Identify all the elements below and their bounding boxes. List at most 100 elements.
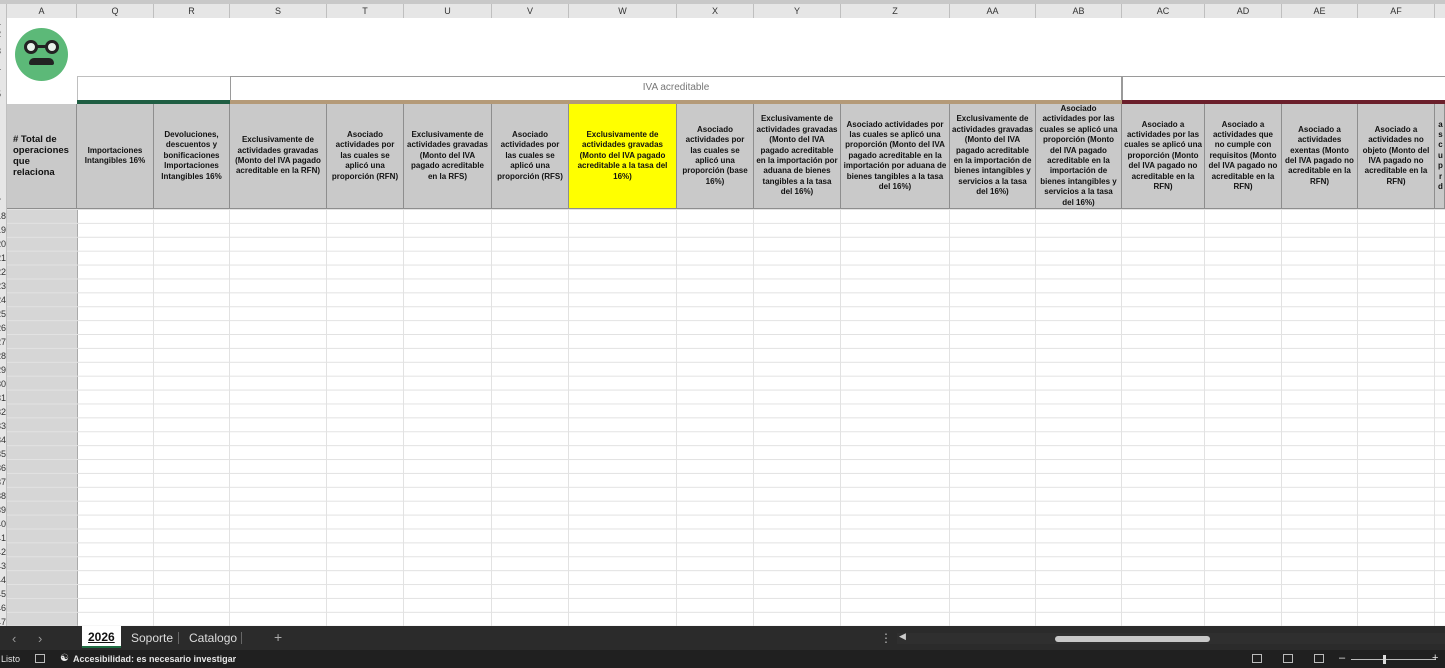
scrollbar-thumb[interactable]	[1055, 636, 1210, 642]
header-cell-v[interactable]: Asociado actividades por las cuales se a…	[492, 104, 569, 209]
add-sheet-icon[interactable]: +	[274, 629, 282, 645]
row-number[interactable]: 18	[0, 212, 6, 221]
row-number[interactable]: 33	[0, 422, 6, 431]
iva-acreditable-band[interactable]: IVA acreditable	[230, 76, 1122, 100]
nav-next-icon[interactable]: ›	[38, 631, 42, 646]
nav-prev-icon[interactable]: ‹	[12, 631, 16, 646]
row-number[interactable]: 34	[0, 436, 6, 445]
gridline	[753, 209, 754, 626]
row-number[interactable]: 44	[0, 576, 6, 585]
tab-catalogo[interactable]: Catalogo	[183, 626, 243, 650]
row-number[interactable]: 30	[0, 380, 6, 389]
row-number[interactable]: 45	[0, 590, 6, 599]
row-number[interactable]: 19	[0, 226, 6, 235]
row-number[interactable]: 42	[0, 548, 6, 557]
normal-view-icon[interactable]	[1252, 654, 1262, 663]
row-number[interactable]: 2	[0, 30, 1, 39]
header-cell-ab[interactable]: Asociado actividades por las cuales se a…	[1036, 104, 1122, 209]
accessibility-icon[interactable]: ☯	[60, 653, 69, 664]
page-layout-icon[interactable]	[1283, 654, 1293, 663]
row-number[interactable]: 22	[0, 268, 6, 277]
row-number[interactable]: 7	[0, 198, 1, 207]
row-number[interactable]: 46	[0, 604, 6, 613]
header-cell-r[interactable]: Devoluciones, descuentos y bonificacione…	[154, 104, 230, 209]
header-cell-x[interactable]: Asociado actividades por las cuales se a…	[677, 104, 754, 209]
band-cell-right[interactable]	[1122, 76, 1445, 100]
more-options-icon[interactable]: ⋮	[880, 631, 892, 645]
row-number[interactable]: 26	[0, 324, 6, 333]
horizontal-scrollbar[interactable]: ◀	[897, 631, 1445, 644]
col-header-u[interactable]: U	[404, 4, 492, 18]
col-header-af[interactable]: AF	[1358, 4, 1435, 18]
data-grid[interactable]	[7, 209, 1445, 626]
row-number[interactable]: 29	[0, 366, 6, 375]
header-cell-t[interactable]: Asociado actividades por las cuales se a…	[327, 104, 404, 209]
header-cell-y[interactable]: Exclusivamente de actividades gravadas (…	[754, 104, 841, 209]
header-cell-u[interactable]: Exclusivamente de actividades gravadas (…	[404, 104, 492, 209]
col-header-s[interactable]: S	[230, 4, 327, 18]
col-header-aa[interactable]: AA	[950, 4, 1036, 18]
row-number[interactable]: 27	[0, 338, 6, 347]
header-cell-z[interactable]: Asociado actividades por las cuales se a…	[841, 104, 950, 209]
scroll-left-icon[interactable]: ◀	[899, 631, 906, 642]
select-all-corner[interactable]	[0, 4, 7, 18]
header-text: Exclusivamente de actividades gravadas (…	[577, 129, 668, 181]
row-number[interactable]: 1	[0, 18, 1, 27]
zoom-slider-knob[interactable]	[1383, 655, 1386, 664]
header-cell-af[interactable]: Asociado a actividades no objeto (Monto …	[1358, 104, 1435, 209]
row-number[interactable]: 47	[0, 618, 6, 627]
header-cell-w-highlighted[interactable]: Exclusivamente de actividades gravadas (…	[569, 104, 677, 209]
row-number[interactable]: 23	[0, 282, 6, 291]
header-cell-ac[interactable]: Asociado a actividades por las cuales se…	[1122, 104, 1205, 209]
row-number[interactable]: 43	[0, 562, 6, 571]
row-number[interactable]: 37	[0, 478, 6, 487]
zoom-in-icon[interactable]: +	[1432, 652, 1438, 664]
header-cell-ae[interactable]: Asociado a actividades exentas (Monto de…	[1282, 104, 1358, 209]
row-number[interactable]: 28	[0, 352, 6, 361]
macro-record-icon[interactable]	[35, 654, 45, 663]
col-header-w[interactable]: W	[569, 4, 677, 18]
col-header-ac[interactable]: AC	[1122, 4, 1205, 18]
col-header-x[interactable]: X	[677, 4, 754, 18]
spreadsheet-sheet[interactable]: A Q R S T U V W X Y Z AA AB AC AD AE AF …	[0, 0, 1445, 626]
row-number[interactable]: 35	[0, 450, 6, 459]
col-header-q[interactable]: Q	[77, 4, 154, 18]
header-cell-a[interactable]: # Total de operaciones que relaciona	[7, 104, 77, 209]
row-number[interactable]: 5	[0, 90, 1, 99]
row-number[interactable]: 39	[0, 506, 6, 515]
row-number[interactable]: 24	[0, 296, 6, 305]
col-header-v[interactable]: V	[492, 4, 569, 18]
row-number[interactable]: 36	[0, 464, 6, 473]
col-header-t[interactable]: T	[327, 4, 404, 18]
tab-2026[interactable]: 2026	[82, 626, 121, 648]
tab-soporte[interactable]: Soporte	[125, 626, 179, 650]
header-cell-ag-partial[interactable]: as cu pr d	[1435, 104, 1445, 209]
col-header-z[interactable]: Z	[841, 4, 950, 18]
row-number[interactable]: 40	[0, 520, 6, 529]
zoom-slider[interactable]	[1351, 659, 1436, 660]
col-header-ad[interactable]: AD	[1205, 4, 1282, 18]
page-break-icon[interactable]	[1314, 654, 1324, 663]
row-number[interactable]: 3	[0, 47, 1, 56]
col-header-ab[interactable]: AB	[1036, 4, 1122, 18]
header-cell-q[interactable]: Importaciones Intangibles 16%	[77, 104, 154, 209]
title-area-cells[interactable]	[77, 18, 1445, 77]
accessibility-status[interactable]: Accesibilidad: es necesario investigar	[73, 654, 236, 664]
band-cell-left[interactable]	[77, 76, 230, 101]
col-header-a[interactable]: A	[7, 4, 77, 18]
header-cell-aa[interactable]: Exclusivamente de actividades gravadas (…	[950, 104, 1036, 209]
col-header-r[interactable]: R	[154, 4, 230, 18]
zoom-out-icon[interactable]: –	[1339, 652, 1345, 664]
header-cell-ad[interactable]: Asociado a actividades que no cumple con…	[1205, 104, 1282, 209]
col-header-ae[interactable]: AE	[1282, 4, 1358, 18]
col-header-y[interactable]: Y	[754, 4, 841, 18]
header-cell-s[interactable]: Exclusivamente de actividades gravadas (…	[230, 104, 327, 209]
row-number[interactable]: 21	[0, 254, 6, 263]
row-number[interactable]: 31	[0, 394, 6, 403]
row-number[interactable]: 20	[0, 240, 6, 249]
row-number[interactable]: 25	[0, 310, 6, 319]
row-number[interactable]: 4	[0, 64, 1, 73]
row-number[interactable]: 38	[0, 492, 6, 501]
row-number[interactable]: 32	[0, 408, 6, 417]
row-number[interactable]: 41	[0, 534, 6, 543]
